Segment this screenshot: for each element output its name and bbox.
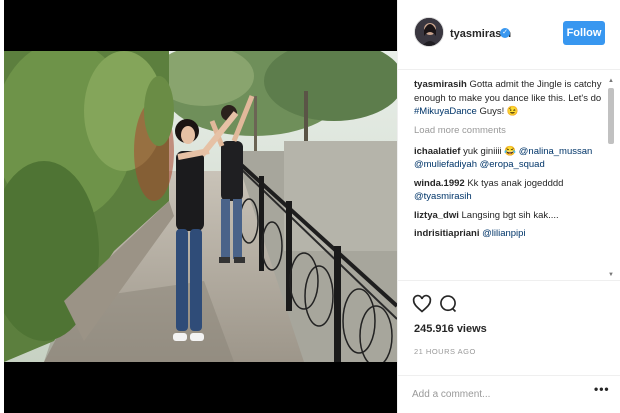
comment-mentions[interactable]: @lilianpipi — [482, 228, 525, 239]
comment-item: winda.1992 Kk tyas anak jogedddd @tyasmi… — [414, 177, 604, 204]
scroll-thumb[interactable] — [608, 88, 614, 144]
comment-username[interactable]: liztya_dwi — [414, 210, 459, 221]
avatar-image — [415, 18, 443, 46]
view-count: 245.916 views — [414, 323, 487, 335]
comment-text: Langsing bgt sih kak.... — [461, 209, 559, 221]
post-timestamp[interactable]: 21 HOURS AGO — [414, 347, 476, 356]
comment-text: Kk tyas anak jogedddd — [467, 177, 564, 189]
caption-hashtag[interactable]: #MikuyaDance — [414, 106, 477, 117]
video-panel — [4, 0, 397, 413]
load-more-comments-link[interactable]: Load more comments — [414, 124, 604, 137]
comments-scrollbar[interactable]: ▲ ▼ — [607, 78, 615, 278]
post-actions: 245.916 views 21 HOURS AGO — [398, 280, 620, 375]
comment-username[interactable]: ichaalatief — [414, 146, 460, 157]
post-viewer: tyasmirasih ✓ Follow tyasmirasih Gotta a… — [0, 0, 620, 413]
comment-mentions[interactable]: @tyasmirasih — [414, 191, 472, 202]
comment-item: liztya_dwi Langsing bgt sih kak.... — [414, 209, 604, 223]
caption-end: Guys! 😉 — [479, 106, 519, 117]
add-comment-bar: ••• — [398, 375, 620, 413]
comment-item: ichaalatief yuk giniiii 😂 @nalina_mussan… — [414, 145, 604, 172]
comment-text: yuk giniiii 😂 — [463, 145, 517, 157]
post-caption: tyasmirasih Gotta admit the Jingle is ca… — [414, 78, 604, 119]
follow-button[interactable]: Follow — [563, 21, 605, 45]
scroll-down-arrow-icon[interactable]: ▼ — [608, 272, 614, 278]
comment-icon[interactable] — [438, 294, 458, 314]
video-frame — [4, 51, 397, 362]
verified-badge-icon: ✓ — [500, 28, 510, 38]
video-play-area[interactable] — [4, 51, 397, 362]
avatar[interactable] — [414, 17, 444, 47]
comments-list: tyasmirasih Gotta admit the Jingle is ca… — [398, 78, 610, 278]
more-options-icon[interactable]: ••• — [594, 382, 610, 396]
comment-username[interactable]: indrisitiapriani — [414, 228, 479, 239]
add-comment-input[interactable] — [412, 383, 582, 405]
comment-username[interactable]: winda.1992 — [414, 178, 465, 189]
post-header: tyasmirasih ✓ Follow — [398, 0, 620, 70]
comment-item: indrisitiapriani @lilianpipi — [414, 227, 604, 241]
caption-username[interactable]: tyasmirasih — [414, 79, 467, 90]
heart-icon[interactable] — [412, 294, 432, 314]
scroll-up-arrow-icon[interactable]: ▲ — [608, 78, 614, 84]
post-sidebar: tyasmirasih ✓ Follow tyasmirasih Gotta a… — [397, 0, 620, 413]
